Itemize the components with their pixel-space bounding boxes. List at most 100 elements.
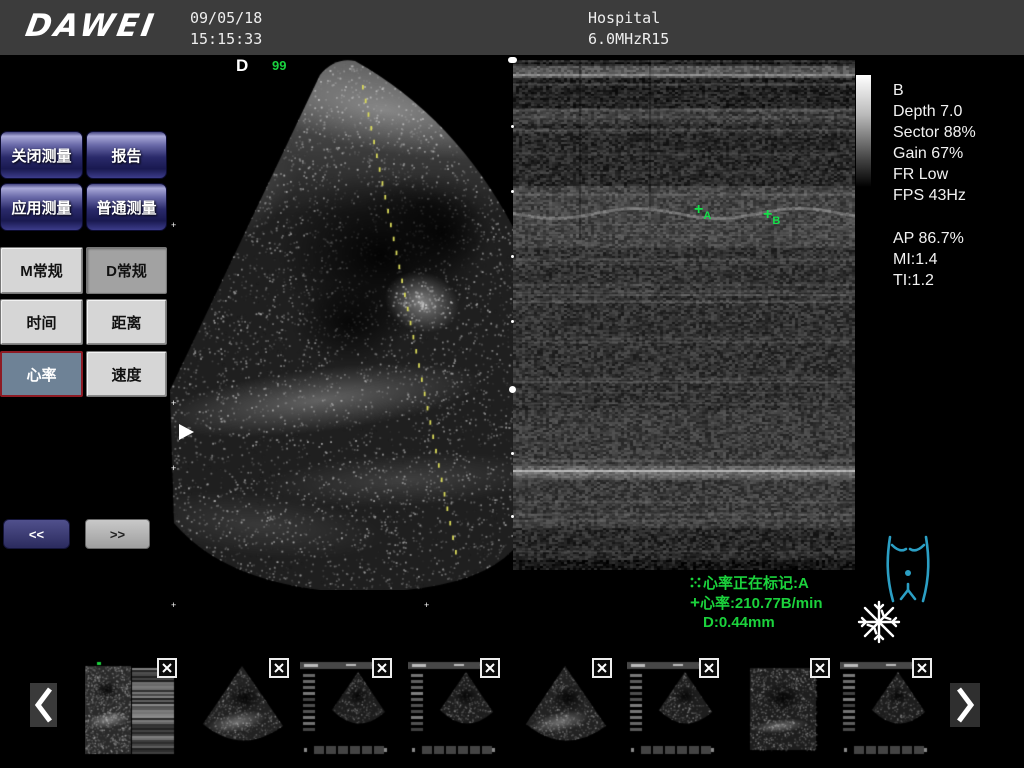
close-icon xyxy=(274,663,284,673)
button-label: 时间 xyxy=(26,312,56,333)
close-icon xyxy=(917,663,927,673)
chevron-left-icon xyxy=(34,686,54,724)
close-icon xyxy=(704,663,714,673)
depth-dot xyxy=(511,320,514,323)
time-label: 15:15:33 xyxy=(190,30,262,48)
thumbnail-close-button[interactable] xyxy=(157,658,177,678)
close-measure-button[interactable]: 关闭测量 xyxy=(0,131,83,179)
thumbnail-close-button[interactable] xyxy=(592,658,612,678)
thumbnail-4[interactable] xyxy=(408,660,498,758)
thumbnail-close-button[interactable] xyxy=(699,658,719,678)
report-button[interactable]: 报告 xyxy=(86,131,167,179)
fps-line: FPS 43Hz xyxy=(893,185,976,206)
thumbnail-8[interactable] xyxy=(840,660,930,758)
m-line-top-marker xyxy=(508,57,517,63)
button-label: 速度 xyxy=(111,364,141,385)
mi-line: MI:1.4 xyxy=(893,249,964,270)
general-measure-button[interactable]: 普通测量 xyxy=(86,183,167,231)
page-next-button[interactable]: >> xyxy=(85,519,150,549)
close-icon xyxy=(162,663,172,673)
thumbnail-close-button[interactable] xyxy=(480,658,500,678)
close-icon xyxy=(485,663,495,673)
button-label: 应用测量 xyxy=(11,197,71,218)
frame-number: 99 xyxy=(272,58,286,73)
active-marker-icon xyxy=(690,577,701,588)
chevron-right-icon xyxy=(955,686,975,724)
depth-dot xyxy=(511,515,514,518)
scale-tick: + xyxy=(424,601,429,610)
thumbnail-close-button[interactable] xyxy=(372,658,392,678)
button-label: 关闭测量 xyxy=(11,145,71,166)
scale-tick: + xyxy=(171,464,176,473)
probe-frequency-label: 6.0MHzR15 xyxy=(588,30,669,48)
hr-status-text: 心率正在标记:A xyxy=(703,575,809,592)
marker-letter: B xyxy=(772,215,780,227)
marker-letter: A xyxy=(703,210,711,222)
hr-value-text: 心率:210.77B/min xyxy=(700,595,823,612)
button-label: 普通测量 xyxy=(96,197,156,218)
thumbnail-2[interactable] xyxy=(197,660,287,758)
thumbnail-3[interactable] xyxy=(300,660,390,758)
top-bar: DAWEI 09/05/18 15:15:33 Hospital 6.0MHzR… xyxy=(0,0,1024,55)
button-label: 距离 xyxy=(111,312,141,333)
thumbnail-7[interactable] xyxy=(738,660,828,758)
depth-dot xyxy=(511,452,514,455)
thumbnail-6[interactable] xyxy=(627,660,717,758)
close-icon xyxy=(377,663,387,673)
body-marker-icon[interactable] xyxy=(876,534,940,604)
plus-icon: + xyxy=(690,593,700,612)
caliper-marker-b[interactable]: +B xyxy=(763,208,780,228)
button-label: << xyxy=(29,527,44,542)
scale-tick: + xyxy=(171,601,176,610)
distance-value-text: D:0.44mm xyxy=(690,613,822,632)
date-label: 09/05/18 xyxy=(190,9,262,27)
sector-line: Sector 88% xyxy=(893,122,976,143)
m-mode-image[interactable] xyxy=(513,60,855,570)
depth-line: Depth 7.0 xyxy=(893,101,976,122)
close-icon xyxy=(597,663,607,673)
ultrasound-app: DAWEI 09/05/18 15:15:33 Hospital 6.0MHzR… xyxy=(0,0,1024,768)
ti-line: TI:1.2 xyxy=(893,270,964,291)
thumbnail-close-button[interactable] xyxy=(810,658,830,678)
b-mode-image[interactable] xyxy=(170,55,513,590)
image-info-panel: B Depth 7.0 Sector 88% Gain 67% FR Low F… xyxy=(893,80,976,206)
focus-marker-icon[interactable] xyxy=(179,424,194,440)
button-label: 报告 xyxy=(111,145,141,166)
acoustic-panel: AP 86.7% MI:1.4 TI:1.2 xyxy=(893,228,964,291)
time-button[interactable]: 时间 xyxy=(0,299,83,345)
scale-tick: + xyxy=(171,399,176,408)
gain-line: Gain 67% xyxy=(893,143,976,164)
button-label: 心率 xyxy=(26,364,56,385)
acoustic-power-line: AP 86.7% xyxy=(893,228,964,249)
depth-dot xyxy=(511,190,514,193)
m-normal-button[interactable]: M常规 xyxy=(0,247,83,294)
distance-button[interactable]: 距离 xyxy=(86,299,167,345)
plus-icon: + xyxy=(763,206,772,223)
hospital-label: Hospital xyxy=(588,9,660,27)
depth-dot xyxy=(511,125,514,128)
mode-label: D xyxy=(236,56,248,76)
speed-button[interactable]: 速度 xyxy=(86,351,167,397)
plus-icon: + xyxy=(694,201,703,218)
thumbnail-5[interactable] xyxy=(520,660,610,758)
apply-measure-button[interactable]: 应用测量 xyxy=(0,183,83,231)
freeze-snowflake-icon xyxy=(855,598,903,646)
button-label: M常规 xyxy=(20,260,63,281)
measurement-readout: 心率正在标记:A +心率:210.77B/min D:0.44mm xyxy=(690,574,822,632)
scale-tick: + xyxy=(171,221,176,230)
brand-logo: DAWEI xyxy=(23,8,159,44)
thumbnail-close-button[interactable] xyxy=(269,658,289,678)
thumbnail-scroll-left-button[interactable] xyxy=(30,683,57,727)
thumbnail-scroll-right-button[interactable] xyxy=(950,683,980,727)
d-normal-button[interactable]: D常规 xyxy=(86,247,167,294)
caliper-marker-a[interactable]: +A xyxy=(694,203,711,223)
thumbnail-1[interactable] xyxy=(85,660,175,758)
thumbnail-close-button[interactable] xyxy=(912,658,932,678)
button-label: >> xyxy=(110,527,125,542)
button-label: D常规 xyxy=(106,260,147,281)
grayscale-bar xyxy=(856,75,871,187)
depth-dot-major xyxy=(509,386,516,393)
page-prev-button[interactable]: << xyxy=(3,519,70,549)
close-icon xyxy=(815,663,825,673)
heart-rate-button[interactable]: 心率 xyxy=(0,351,83,397)
